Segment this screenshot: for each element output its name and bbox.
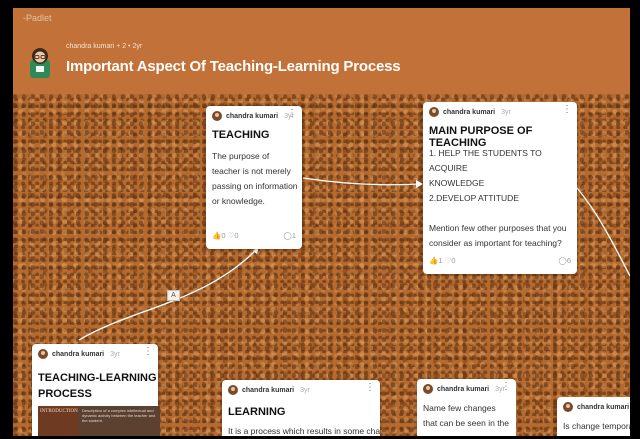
post-body: 1. HELP THE STUDENTS TO ACQUIRE KNOWLEDG…: [429, 146, 575, 251]
post-footer: 👍0 ♡0 ◯1: [212, 231, 296, 243]
post-time: 3yr: [501, 108, 511, 116]
post-menu-icon[interactable]: ⋮: [287, 109, 297, 119]
post-title-line: TEACHING-LEARNING: [38, 372, 157, 384]
post-title: LEARNING: [228, 406, 286, 418]
post-body: Name few changes that can be seen in the: [423, 403, 510, 428]
author-name: chandra kumari: [52, 350, 105, 358]
post-header: chandra kumari 3yr: [38, 349, 120, 359]
post-body-line: consider as important for teaching?: [429, 238, 562, 248]
post-attachment-thumbnail[interactable]: INTRODUCTION Description of a complex in…: [38, 406, 160, 436]
post-body-line: 1. HELP THE STUDENTS TO ACQUIRE: [429, 148, 542, 173]
like-icon[interactable]: 👍: [429, 256, 438, 265]
post-header: chandra kumari 3yr: [429, 107, 511, 117]
post-card-teaching[interactable]: chandra kumari 3yr ⋮ TEACHING The purpos…: [206, 106, 302, 249]
board-meta: chandra kumari + 2 • 2yr: [66, 43, 143, 50]
post-body-line: 2.DEVELOP ATTITUDE: [429, 193, 519, 203]
comment-count: 6: [566, 256, 571, 265]
post-comments[interactable]: ◯6: [558, 256, 571, 265]
post-reactions[interactable]: 👍0 ♡0: [212, 231, 239, 240]
author-name: chandra kumari: [443, 108, 496, 116]
post-card-change-temporary[interactable]: chandra kumari Is change tempora: [557, 397, 630, 436]
author-avatar-icon: [429, 107, 439, 117]
thumbnail-heading: INTRODUCTION: [38, 406, 78, 436]
post-card-learning[interactable]: chandra kumari 3yr ⋮ LEARNING It is a pr…: [222, 380, 380, 436]
post-card-changes[interactable]: chandra kumari 3yr ⋮ Name few changes th…: [417, 379, 516, 436]
connector-label[interactable]: A: [167, 290, 180, 301]
author-avatar-icon: [228, 385, 238, 395]
padlet-brand[interactable]: -Padlet: [23, 13, 52, 23]
post-header: chandra kumari 3yr: [212, 111, 294, 121]
like-count: 0: [221, 231, 226, 240]
post-title-line: PROCESS: [38, 388, 92, 400]
post-time: 3yr: [110, 350, 120, 358]
board-avatar-icon[interactable]: [27, 46, 53, 78]
padlet-window: -Padlet chandra kumari + 2 • 2yr Importa…: [13, 8, 630, 436]
comment-count: 1: [291, 231, 296, 240]
post-menu-icon[interactable]: ⋮: [143, 347, 153, 357]
post-card-main-purpose[interactable]: chandra kumari 3yr ⋮ MAIN PURPOSE OF TEA…: [423, 102, 577, 274]
board-title: Important Aspect Of Teaching-Learning Pr…: [66, 58, 401, 75]
post-body: The purpose of teacher is not merely pas…: [212, 151, 298, 206]
post-body: It is a process which results in some ch…: [228, 426, 380, 436]
post-menu-icon[interactable]: ⋮: [562, 105, 572, 115]
post-menu-icon[interactable]: ⋮: [501, 382, 511, 392]
post-header: chandra kumari 3yr: [423, 384, 505, 394]
post-body-line: [429, 206, 575, 221]
board-header: -Padlet chandra kumari + 2 • 2yr Importa…: [13, 8, 630, 94]
post-body: Is change tempora: [563, 421, 630, 431]
post-comments[interactable]: ◯1: [283, 231, 296, 240]
like-icon[interactable]: 👍: [212, 231, 221, 240]
post-reactions[interactable]: 👍1 ♡0: [429, 256, 456, 265]
post-body-line: Mention few other purposes that you: [429, 223, 567, 233]
author-name: chandra kumari: [437, 385, 490, 393]
post-header: chandra kumari 3yr: [228, 385, 310, 395]
post-time: 3yr: [300, 386, 310, 394]
author-name: chandra kumari: [226, 112, 279, 120]
author-avatar-icon: [212, 111, 222, 121]
post-title: TEACHING: [212, 129, 270, 141]
like-count: 1: [438, 256, 443, 265]
post-footer: 👍1 ♡0 ◯6: [429, 256, 571, 268]
thumbnail-text: Description of a complex intellectual an…: [82, 408, 156, 423]
vote-count: 0: [234, 231, 239, 240]
author-name: chandra kumari: [242, 386, 295, 394]
post-header: chandra kumari: [563, 402, 629, 412]
author-avatar-icon: [38, 349, 48, 359]
post-menu-icon[interactable]: ⋮: [365, 383, 375, 393]
vote-count: 0: [451, 256, 456, 265]
comment-icon[interactable]: ◯: [558, 256, 566, 265]
comment-icon[interactable]: ◯: [283, 231, 291, 240]
post-title: TEACHING-LEARNING PROCESS: [38, 370, 157, 402]
post-body-line: KNOWLEDGE: [429, 178, 485, 188]
author-avatar-icon: [423, 384, 433, 394]
author-avatar-icon: [563, 402, 573, 412]
author-name: chandra kumari: [577, 403, 630, 411]
